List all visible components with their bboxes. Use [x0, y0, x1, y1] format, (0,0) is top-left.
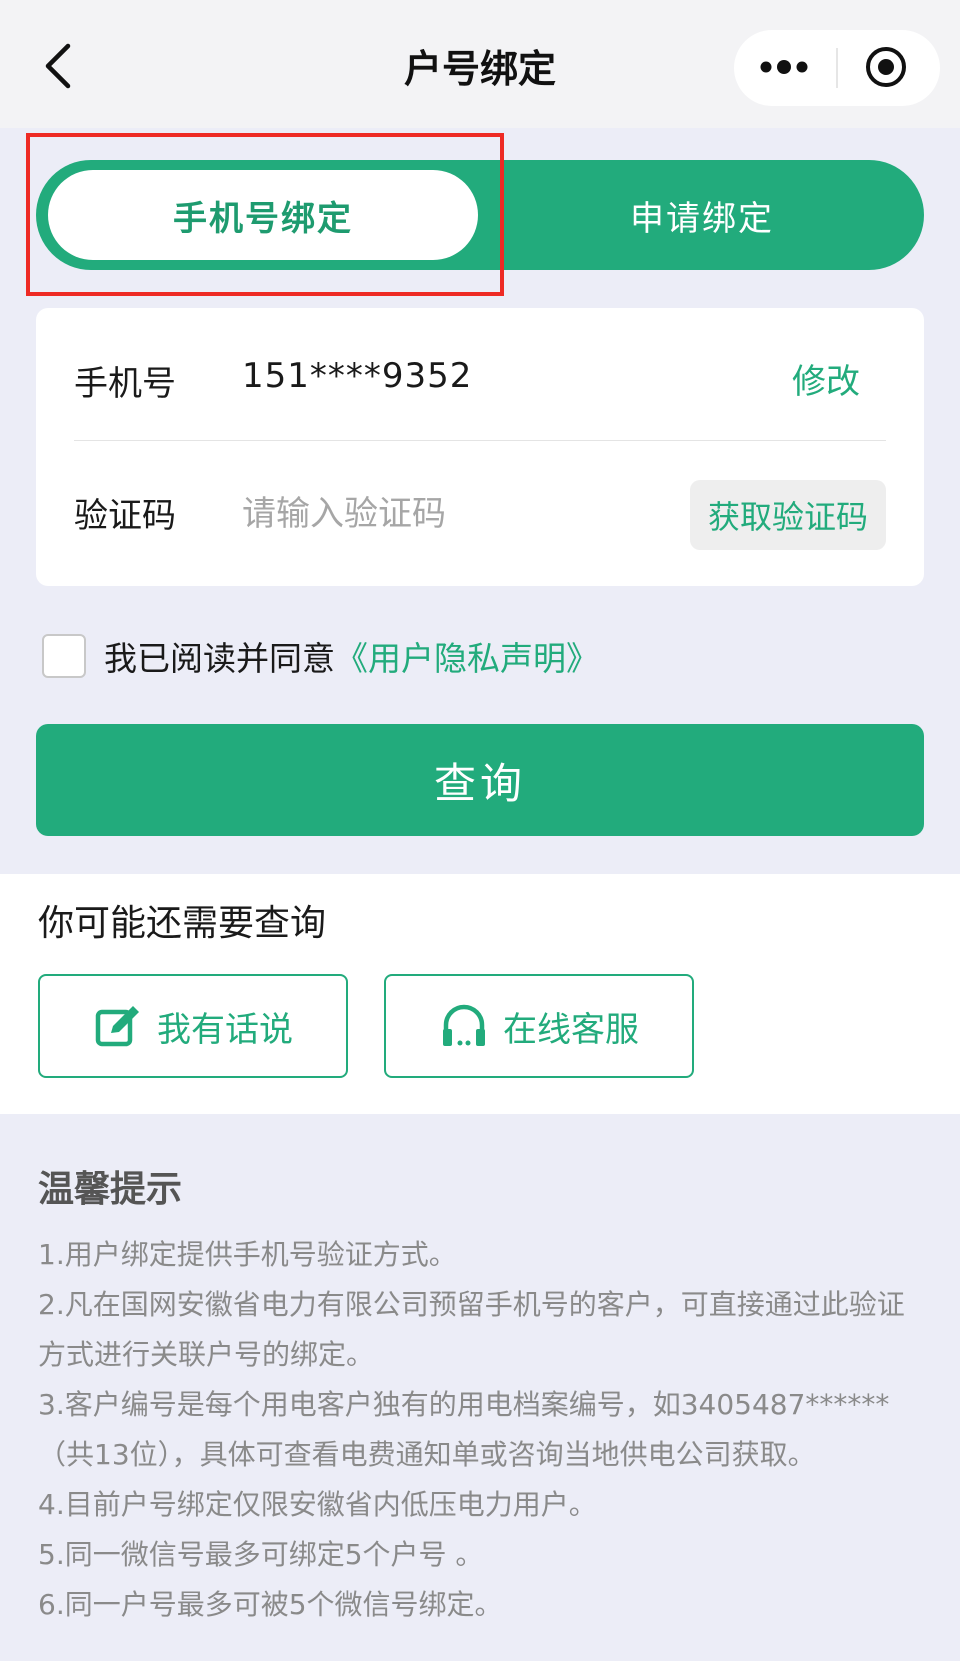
headset-icon: [439, 1001, 489, 1051]
online-service-button[interactable]: 在线客服: [384, 974, 694, 1078]
phone-value: 151****9352: [242, 356, 473, 396]
tips-title: 温馨提示: [38, 1169, 183, 1210]
more-options-button[interactable]: [734, 30, 836, 106]
section-title: 你可能还需要查询: [38, 903, 327, 944]
bind-method-tabs: 手机号绑定 申请绑定: [36, 160, 924, 270]
feedback-label: 我有话说: [157, 1009, 293, 1050]
verification-code-input[interactable]: [242, 486, 672, 542]
phone-label: 手机号: [74, 364, 176, 404]
tab-apply-bind[interactable]: 申请绑定: [480, 170, 924, 260]
tip-item: 2.凡在国网安徽省电力有限公司预留手机号的客户，可直接通过此验证方式进行关联户号…: [38, 1288, 905, 1371]
tab-phone-bind[interactable]: 手机号绑定: [48, 170, 478, 260]
feedback-button[interactable]: 我有话说: [38, 974, 348, 1078]
tips-section: 温馨提示 1.用户绑定提供手机号验证方式。 2.凡在国网安徽省电力有限公司预留手…: [38, 1160, 928, 1630]
agreement-row: 我已阅读并同意 《用户隐私声明》: [42, 632, 599, 680]
tip-item: 5.同一微信号最多可绑定5个户号 。: [38, 1538, 484, 1571]
tip-item: 3.客户编号是每个用电客户独有的用电档案编号，如3405487******（共1…: [38, 1388, 890, 1471]
close-miniprogram-button[interactable]: [838, 30, 940, 106]
bind-form-card: 手机号 151****9352 修改 验证码 获取验证码: [36, 308, 924, 586]
get-code-button[interactable]: 获取验证码: [690, 480, 886, 550]
row-divider: [74, 440, 886, 441]
privacy-statement-link[interactable]: 《用户隐私声明》: [335, 632, 599, 680]
mini-program-capsule: [734, 30, 940, 106]
tip-item: 1.用户绑定提供手机号验证方式。: [38, 1238, 457, 1271]
edit-icon: [93, 1001, 143, 1051]
query-button[interactable]: 查询: [36, 724, 924, 836]
nav-bar: 户号绑定: [0, 0, 960, 128]
online-service-label: 在线客服: [503, 1009, 639, 1050]
agreement-checkbox[interactable]: [42, 634, 86, 678]
more-queries-section: 你可能还需要查询 我有话说 在线客服: [0, 874, 960, 1114]
code-label: 验证码: [74, 496, 176, 536]
modify-phone-link[interactable]: 修改: [792, 354, 860, 403]
tip-item: 4.目前户号绑定仅限安徽省内低压电力用户。: [38, 1488, 597, 1521]
tip-item: 6.同一户号最多可被5个微信号绑定。: [38, 1588, 503, 1621]
more-dots-icon: [760, 60, 808, 74]
target-circle-icon: [866, 47, 906, 87]
agreement-text: 我已阅读并同意: [104, 639, 335, 678]
